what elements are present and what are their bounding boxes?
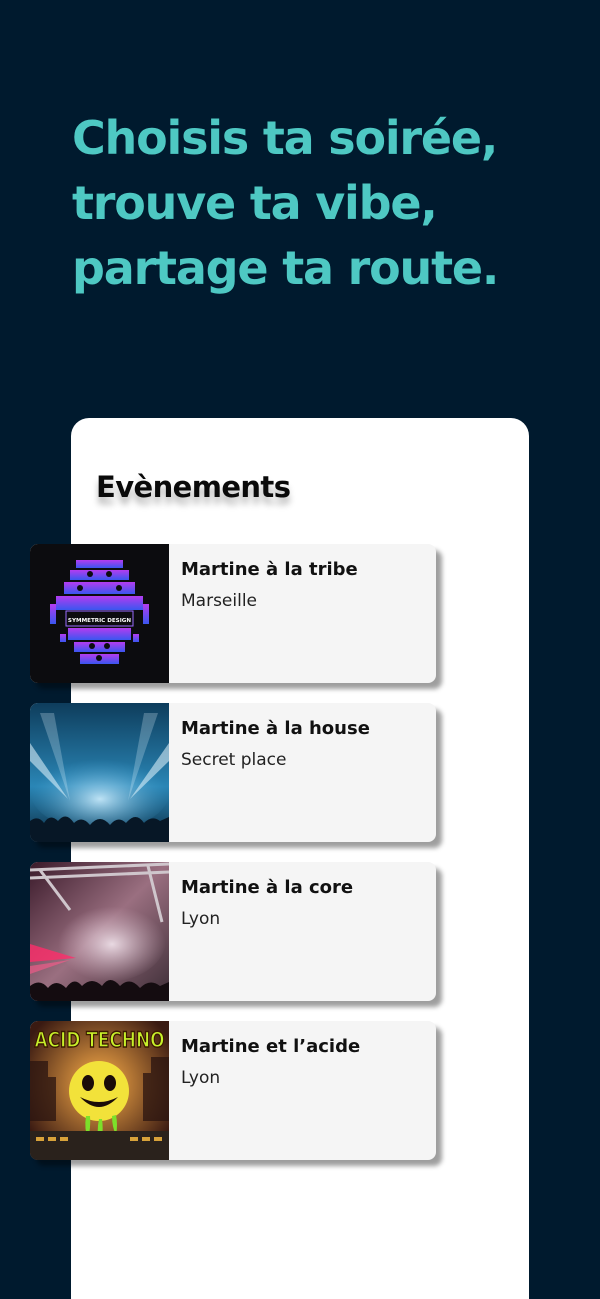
event-name: Martine et l’acide	[181, 1036, 361, 1057]
symmetric-design-image: SYMMETRIC DESIGN	[30, 544, 169, 683]
event-name: Martine à la core	[181, 877, 354, 898]
event-card-acide[interactable]: ACID TECHNO Martine et l’acide Lyon	[30, 1021, 436, 1160]
headline-line-2: trouve ta vibe,	[72, 176, 438, 230]
event-thumbnail-symmetric: SYMMETRIC DESIGN	[30, 544, 169, 683]
headline-line-3: partage ta route.	[72, 241, 499, 295]
hero-headline: Choisis ta soirée, trouve ta vibe, parta…	[72, 106, 572, 301]
stage-smoke-image	[30, 862, 169, 1001]
app-screen: Choisis ta soirée, trouve ta vibe, parta…	[0, 0, 600, 1299]
event-thumbnail-stage-smoke	[30, 862, 169, 1001]
acid-techno-image: ACID TECHNO	[30, 1021, 169, 1160]
thumb-text-symmetric: SYMMETRIC DESIGN	[68, 618, 131, 624]
event-city: Secret place	[181, 750, 287, 770]
headline-line-1: Choisis ta soirée,	[72, 111, 498, 165]
event-city: Lyon	[181, 909, 221, 929]
event-card-core[interactable]: Martine à la core Lyon	[30, 862, 436, 1001]
thumb-text-acid-techno: ACID TECHNO	[35, 1028, 165, 1052]
event-name: Martine à la tribe	[181, 559, 358, 580]
concert-lights-image	[30, 703, 169, 842]
event-name: Martine à la house	[181, 718, 370, 739]
event-card-tribe[interactable]: SYMMETRIC DESIGN Martine à la tribe Mars…	[30, 544, 436, 683]
event-thumbnail-acid-techno: ACID TECHNO	[30, 1021, 169, 1160]
events-section-title: Evènements	[96, 470, 291, 504]
event-city: Lyon	[181, 1068, 221, 1088]
event-thumbnail-concert-lights	[30, 703, 169, 842]
event-card-house[interactable]: Martine à la house Secret place	[30, 703, 436, 842]
event-city: Marseille	[181, 591, 258, 611]
